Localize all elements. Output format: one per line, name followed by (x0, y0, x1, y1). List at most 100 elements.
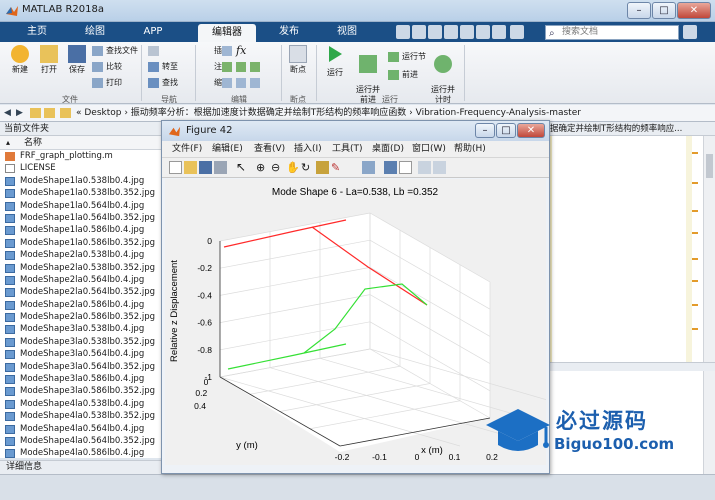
redo-icon[interactable] (476, 25, 490, 39)
file-list-item[interactable]: ModeShape3la0.538lb0.4.jpg (0, 323, 163, 335)
file-list-item[interactable]: ModeShape3la0.564lb0.4.jpg (0, 348, 163, 360)
file-list-item[interactable]: ModeShape2la0.586lb0.4.jpg (0, 299, 163, 311)
comment-percent-icon[interactable] (222, 62, 232, 72)
file-list-item[interactable]: ModeShape2la0.538lb0.4.jpg (0, 249, 163, 261)
open-file-icon[interactable] (184, 161, 197, 174)
show-plot-tools-icon[interactable] (433, 161, 446, 174)
pan-icon[interactable]: ✋ (286, 161, 300, 174)
file-list-item[interactable]: ModeShape1la0.564lb0.352.jpg (0, 212, 163, 224)
insert-section-icon[interactable] (222, 46, 232, 56)
warning-marker[interactable] (692, 304, 698, 306)
fx-icon[interactable]: fx (236, 44, 246, 57)
smart-indent-icon[interactable] (222, 78, 232, 88)
hide-plot-tools-icon[interactable] (418, 161, 431, 174)
help-icon[interactable] (510, 25, 524, 39)
figure-maximize-button[interactable]: □ (496, 123, 516, 138)
file-list-item[interactable]: ModeShape4la0.538lb0.4.jpg (0, 398, 163, 410)
menu-insert[interactable]: 插入(I) (294, 141, 322, 158)
back-button[interactable] (148, 45, 162, 57)
file-list-item[interactable]: ModeShape2la0.538lb0.352.jpg (0, 262, 163, 274)
file-list-item[interactable]: FRF_graph_plotting.m (0, 150, 163, 162)
find-files-button[interactable]: 查找文件 (92, 45, 138, 57)
data-cursor-icon[interactable] (316, 161, 329, 174)
file-list-item[interactable]: ModeShape4la0.586lb0.4.jpg (0, 447, 163, 458)
login-icon[interactable] (683, 25, 697, 39)
details-panel-header[interactable]: 详细信息 (0, 460, 163, 474)
insert-colorbar-icon[interactable] (384, 161, 397, 174)
menu-file[interactable]: 文件(F) (172, 141, 202, 158)
brush-icon[interactable]: ✎ (331, 161, 344, 174)
minimize-button[interactable]: – (627, 2, 651, 19)
decrease-indent-icon[interactable] (236, 78, 246, 88)
link-plot-icon[interactable] (362, 161, 375, 174)
print-figure-icon[interactable] (214, 161, 227, 174)
new-figure-icon[interactable] (169, 161, 182, 174)
menu-desktop[interactable]: 桌面(D) (372, 141, 404, 158)
back-nav-icon[interactable]: ◀ (4, 105, 11, 121)
up-folder-icon[interactable] (30, 108, 41, 118)
find-button[interactable]: 查找 (148, 77, 178, 89)
undo-icon[interactable] (460, 25, 474, 39)
file-list-item[interactable]: ModeShape2la0.564lb0.352.jpg (0, 286, 163, 298)
file-list-item[interactable]: ModeShape1la0.586lb0.4.jpg (0, 224, 163, 236)
run-section-button[interactable]: 运行节 (388, 51, 426, 63)
search-input[interactable]: ⌕ 搜索文档 (545, 25, 679, 40)
warning-marker[interactable] (692, 232, 698, 234)
warning-marker[interactable] (692, 182, 698, 184)
file-list-item[interactable]: ModeShape3la0.538lb0.352.jpg (0, 336, 163, 348)
select-arrow-icon[interactable]: ↖ (236, 161, 249, 174)
zoom-out-icon[interactable]: ⊖ (271, 161, 284, 174)
menu-tools[interactable]: 工具(T) (332, 141, 363, 158)
save-quick-icon[interactable] (396, 25, 410, 39)
tab-editor[interactable]: 编辑器 (198, 24, 256, 42)
run-button[interactable]: 运行 (321, 45, 349, 78)
figure-minimize-button[interactable]: – (475, 123, 495, 138)
warning-marker[interactable] (692, 210, 698, 212)
tab-plots[interactable]: 绘图 (72, 22, 118, 42)
file-list-item[interactable]: ModeShape1la0.538lb0.4.jpg (0, 175, 163, 187)
print-button[interactable]: 打印 (92, 77, 122, 89)
figure-close-button[interactable]: ✕ (517, 123, 545, 138)
file-list-item[interactable]: ModeShape3la0.586lb0.352.jpg (0, 385, 163, 397)
compare-button[interactable]: 比较 (92, 61, 122, 73)
menu-help[interactable]: 帮助(H) (454, 141, 486, 158)
file-list-item[interactable]: ModeShape4la0.538lb0.352.jpg (0, 410, 163, 422)
copy-icon[interactable] (428, 25, 442, 39)
file-list-item[interactable]: ModeShape2la0.586lb0.352.jpg (0, 311, 163, 323)
file-list-item[interactable]: ModeShape1la0.586lb0.352.jpg (0, 237, 163, 249)
file-list-item[interactable]: ModeShape4la0.564lb0.4.jpg (0, 423, 163, 435)
new-button[interactable]: 新建 (6, 45, 34, 75)
editor-tab[interactable]: 据确定并绘制T形结构的频率响应... (548, 122, 715, 136)
file-list-item[interactable]: LICENSE (0, 162, 163, 174)
file-column-header[interactable]: 名称 ▴ (0, 136, 163, 150)
zoom-in-icon[interactable]: ⊕ (256, 161, 269, 174)
file-list-item[interactable]: ModeShape4la0.564lb0.352.jpg (0, 435, 163, 447)
editor-scrollbar[interactable] (703, 136, 715, 362)
save-figure-icon[interactable] (199, 161, 212, 174)
warning-marker[interactable] (692, 152, 698, 154)
menu-edit[interactable]: 编辑(E) (212, 141, 243, 158)
warning-marker[interactable] (692, 280, 698, 282)
figure-title-bar[interactable]: Figure 42 – □ ✕ (162, 121, 549, 141)
tab-publish[interactable]: 发布 (266, 22, 312, 42)
switch-windows-icon[interactable] (492, 25, 506, 39)
rotate-3d-icon[interactable]: ↻ (301, 161, 314, 174)
tab-home[interactable]: 主页 (14, 22, 60, 42)
warning-marker[interactable] (692, 328, 698, 330)
wrap-comment-icon[interactable] (250, 62, 260, 72)
warning-marker[interactable] (692, 258, 698, 260)
save-button[interactable]: 保存 (64, 45, 90, 75)
menu-window[interactable]: 窗口(W) (412, 141, 446, 158)
file-list-item[interactable]: ModeShape2la0.564lb0.4.jpg (0, 274, 163, 286)
uncomment-icon[interactable] (236, 62, 246, 72)
forward-nav-icon[interactable]: ▶ (16, 105, 23, 121)
browse-folder-icon[interactable] (44, 108, 55, 118)
file-list-item[interactable]: ModeShape1la0.538lb0.352.jpg (0, 187, 163, 199)
address-path[interactable]: « Desktop › 振动频率分析：根据加速度计数据确定并绘制T形结构的频率响… (76, 105, 581, 121)
insert-legend-icon[interactable] (399, 161, 412, 174)
advance-button[interactable]: 前进 (388, 69, 418, 81)
paste-icon[interactable] (444, 25, 458, 39)
breakpoints-button[interactable]: 断点 (285, 45, 311, 75)
cut-icon[interactable] (412, 25, 426, 39)
tab-view[interactable]: 视图 (324, 22, 370, 42)
